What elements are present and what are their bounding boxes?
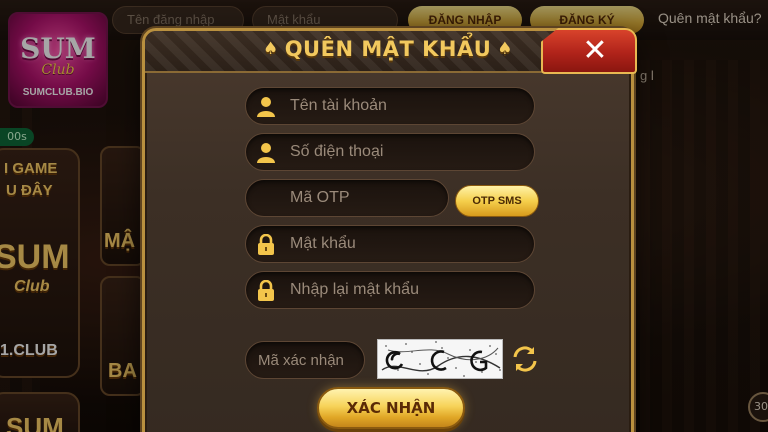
otp-sms-button[interactable]: OTP SMS <box>455 185 539 217</box>
password-placeholder: Mật khẩu <box>290 235 356 252</box>
close-icon: ✕ <box>582 33 608 68</box>
password-input[interactable]: Mật khẩu <box>245 225 535 263</box>
password-confirm-placeholder: Nhập lại mật khẩu <box>290 281 419 298</box>
captcha-placeholder: Mã xác nhận <box>258 352 344 369</box>
phone-input[interactable]: Số điện thoại <box>245 133 535 171</box>
forgot-password-dialog: ♠ QUÊN MẬT KHẨU ♠ ✕ Tên tài khoản Số điện … <box>142 28 637 432</box>
otp-placeholder: Mã OTP <box>290 189 350 206</box>
phone-placeholder: Số điện thoại <box>290 143 384 160</box>
spade-icon: ♠ <box>497 39 514 59</box>
dialog-title-text: QUÊN MẬT KHẨU <box>284 37 492 61</box>
captcha-noise <box>381 341 501 377</box>
otp-input[interactable]: Mã OTP <box>245 179 449 217</box>
username-input[interactable]: Tên tài khoản <box>245 87 535 125</box>
spade-icon: ♠ <box>262 39 279 59</box>
username-placeholder: Tên tài khoản <box>290 97 387 114</box>
close-button[interactable]: ✕ <box>541 28 637 74</box>
captcha-input[interactable]: Mã xác nhận <box>245 341 365 379</box>
user-icon <box>257 143 275 163</box>
password-confirm-input[interactable]: Nhập lại mật khẩu <box>245 271 535 309</box>
user-icon <box>257 97 275 117</box>
confirm-button[interactable]: XÁC NHẬN <box>317 387 465 429</box>
lock-icon <box>258 280 274 301</box>
refresh-icon[interactable] <box>509 343 541 375</box>
captcha-image <box>377 339 503 379</box>
lock-icon <box>258 234 274 255</box>
